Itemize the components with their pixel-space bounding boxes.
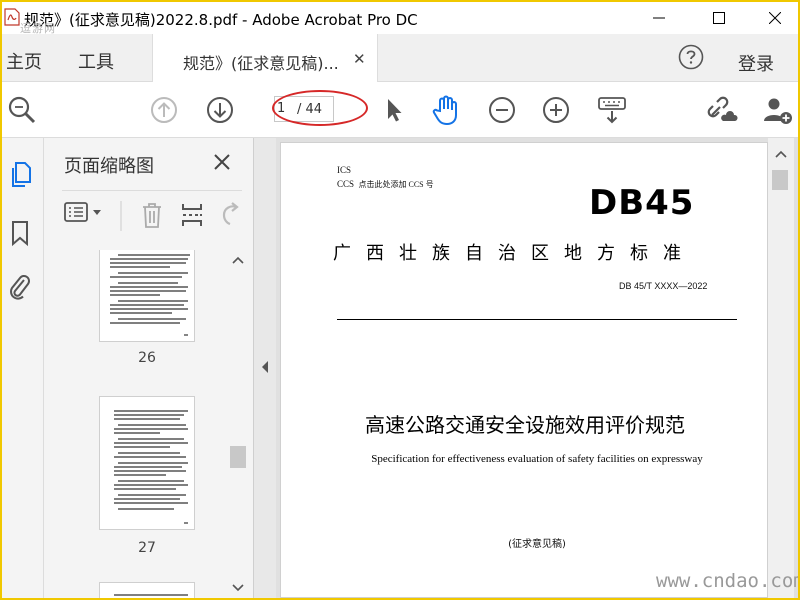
page-thumbnails-button[interactable] [6, 160, 34, 190]
next-page-button[interactable] [204, 94, 236, 126]
toolbar: / 44 [2, 82, 798, 138]
scroll-up-icon[interactable] [229, 252, 247, 270]
red-highlight-ellipse [272, 90, 368, 126]
thumbnail-options-icon[interactable] [64, 201, 108, 225]
select-tool-button[interactable] [378, 94, 410, 126]
panel-splitter[interactable] [254, 138, 276, 598]
rotate-icon[interactable] [218, 201, 242, 229]
issuing-organization: 广西壮族自治区地方标准 [333, 243, 696, 264]
pdf-page: ICS CCS 点击此处添加 CCS 号 DB45 广西壮族自治区地方标准 DB… [280, 142, 768, 598]
close-icon [769, 12, 781, 24]
zoom-in-button[interactable] [540, 94, 572, 126]
scroll-mode-button[interactable] [596, 94, 628, 126]
plus-circle-icon [543, 97, 569, 123]
arrow-down-circle-icon [207, 97, 233, 123]
document-tab-label: 规范》(征求意见稿)... [183, 54, 339, 73]
previous-page-button[interactable] [148, 94, 180, 126]
minimize-button[interactable] [636, 2, 682, 34]
ccs-label: CCS [337, 179, 355, 189]
bookmark-icon [12, 221, 28, 247]
share-link-button[interactable] [706, 94, 738, 126]
navigation-rail [2, 138, 44, 598]
thumbnail-list: 26 27 [44, 250, 230, 598]
scroll-down-icon[interactable] [229, 578, 247, 596]
minus-circle-icon [489, 97, 515, 123]
close-tab-icon[interactable]: ✕ [353, 50, 366, 68]
window-title: 规范》(征求意见稿)2022.8.pdf - Adobe Acrobat Pro… [24, 11, 418, 29]
bookmarks-button[interactable] [6, 218, 34, 248]
collapse-panel-icon[interactable] [260, 360, 270, 374]
help-icon[interactable] [678, 44, 704, 70]
tab-tools[interactable]: 工具 [78, 48, 114, 74]
keyboard-scroll-icon [598, 97, 626, 124]
document-scrollbar[interactable] [768, 138, 794, 598]
add-user-icon [764, 98, 792, 124]
maximize-button[interactable] [696, 2, 742, 34]
ccs-code: CCS 点击此处添加 CCS 号 [337, 179, 434, 190]
paperclip-icon [10, 275, 30, 300]
db45-logo: DB45 [589, 183, 695, 223]
tab-home[interactable]: 主页 [6, 48, 42, 74]
hand-icon [432, 95, 457, 126]
tab-bar: 主页 工具 规范》(征求意见稿)... ✕ 登录 [2, 34, 798, 82]
link-cloud-icon [707, 96, 738, 121]
page-thumbnail[interactable] [99, 582, 195, 598]
maximize-icon [713, 12, 725, 24]
page-thumbnail[interactable] [99, 396, 195, 530]
acrobat-window: 规范》(征求意见稿)2022.8.pdf - Adobe Acrobat Pro… [2, 2, 798, 598]
draft-note: (征求意见稿) [508, 539, 566, 550]
scroll-up-icon[interactable] [772, 146, 790, 164]
pointer-icon [388, 99, 402, 122]
ccs-note: 点击此处添加 CCS 号 [358, 180, 434, 189]
attachments-button[interactable] [6, 272, 34, 302]
thumbnail-page-number: 27 [138, 540, 156, 556]
scrollbar-thumb[interactable] [772, 170, 788, 190]
header-rule [337, 319, 737, 320]
sign-in-button[interactable]: 登录 [738, 50, 774, 76]
document-title-zh: 高速公路交通安全设施效用评价规范 [365, 413, 685, 437]
standard-number: DB 45/T XXXX—2022 [619, 281, 708, 291]
pdf-file-icon [4, 8, 20, 26]
page-text-preview [114, 594, 188, 596]
thumbnail-scrollbar[interactable] [228, 250, 246, 598]
zoom-out-button[interactable] [486, 94, 518, 126]
add-user-button[interactable] [762, 94, 794, 126]
zoom-search-button[interactable] [6, 94, 38, 126]
panel-toolbar [62, 190, 242, 236]
page-text-preview [110, 254, 190, 336]
copy-pages-icon [12, 162, 31, 187]
minimize-icon [653, 17, 665, 19]
close-panel-icon[interactable] [212, 152, 232, 172]
page-thumbnail[interactable] [99, 250, 195, 342]
separator-icon [120, 201, 122, 231]
document-title-en: Specification for effectiveness evaluati… [371, 453, 703, 465]
hand-tool-button[interactable] [430, 94, 462, 126]
thumbnail-page-number: 26 [138, 350, 156, 366]
document-viewer: ICS CCS 点击此处添加 CCS 号 DB45 广西壮族自治区地方标准 DB… [276, 138, 798, 598]
magnifier-icon [8, 96, 36, 124]
ics-code: ICS [337, 165, 352, 175]
page-text-preview [114, 410, 188, 524]
thumbnails-panel: 页面缩略图 26 27 [44, 138, 254, 598]
arrow-up-circle-icon [151, 97, 177, 123]
extract-pages-icon[interactable] [180, 201, 204, 229]
scrollbar-thumb[interactable] [230, 446, 246, 468]
title-bar: 规范》(征求意见稿)2022.8.pdf - Adobe Acrobat Pro… [2, 2, 798, 35]
site-watermark: www.cndao.com [656, 570, 798, 592]
panel-title: 页面缩略图 [64, 156, 154, 177]
tab-document[interactable]: 规范》(征求意见稿)... ✕ [152, 34, 378, 82]
close-window-button[interactable] [752, 2, 798, 34]
trash-icon[interactable] [140, 201, 164, 229]
